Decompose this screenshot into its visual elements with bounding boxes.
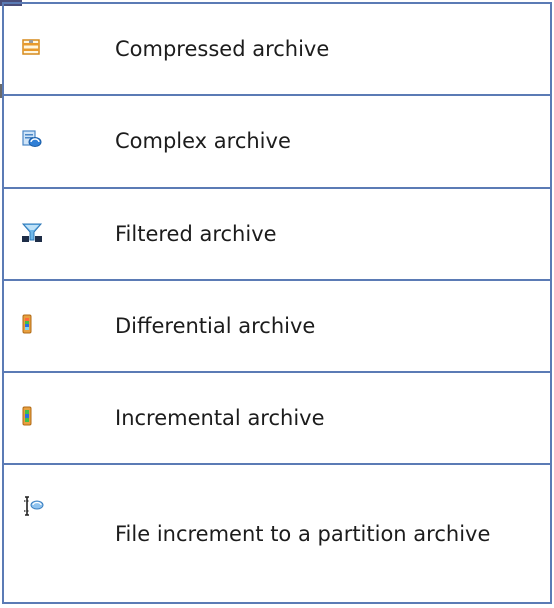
table-row: Complex archive bbox=[2, 94, 552, 189]
table-row: Filtered archive bbox=[2, 186, 552, 281]
table-row: Differential archive bbox=[2, 278, 552, 374]
table-row: Incremental archive bbox=[2, 371, 552, 466]
funnel-icon bbox=[21, 222, 43, 242]
archive-type-label: Complex archive bbox=[115, 94, 552, 189]
file-increment-partition-icon bbox=[22, 495, 44, 517]
complex-archive-icon bbox=[22, 130, 42, 148]
archive-type-label: Filtered archive bbox=[115, 186, 552, 281]
archive-type-label: Differential archive bbox=[115, 278, 552, 374]
archive-types-table: Compressed archive Complex archive Filte… bbox=[2, 1, 552, 604]
archive-type-label: Incremental archive bbox=[115, 371, 552, 466]
incremental-archive-icon bbox=[22, 406, 32, 426]
table-row: Compressed archive bbox=[2, 1, 552, 97]
zip-archive-icon bbox=[22, 38, 40, 56]
archive-type-label: Compressed archive bbox=[115, 1, 552, 97]
archive-type-label: File increment to a partition archive bbox=[115, 463, 552, 604]
differential-archive-icon bbox=[22, 314, 32, 334]
table-row: File increment to a partition archive bbox=[2, 463, 552, 604]
